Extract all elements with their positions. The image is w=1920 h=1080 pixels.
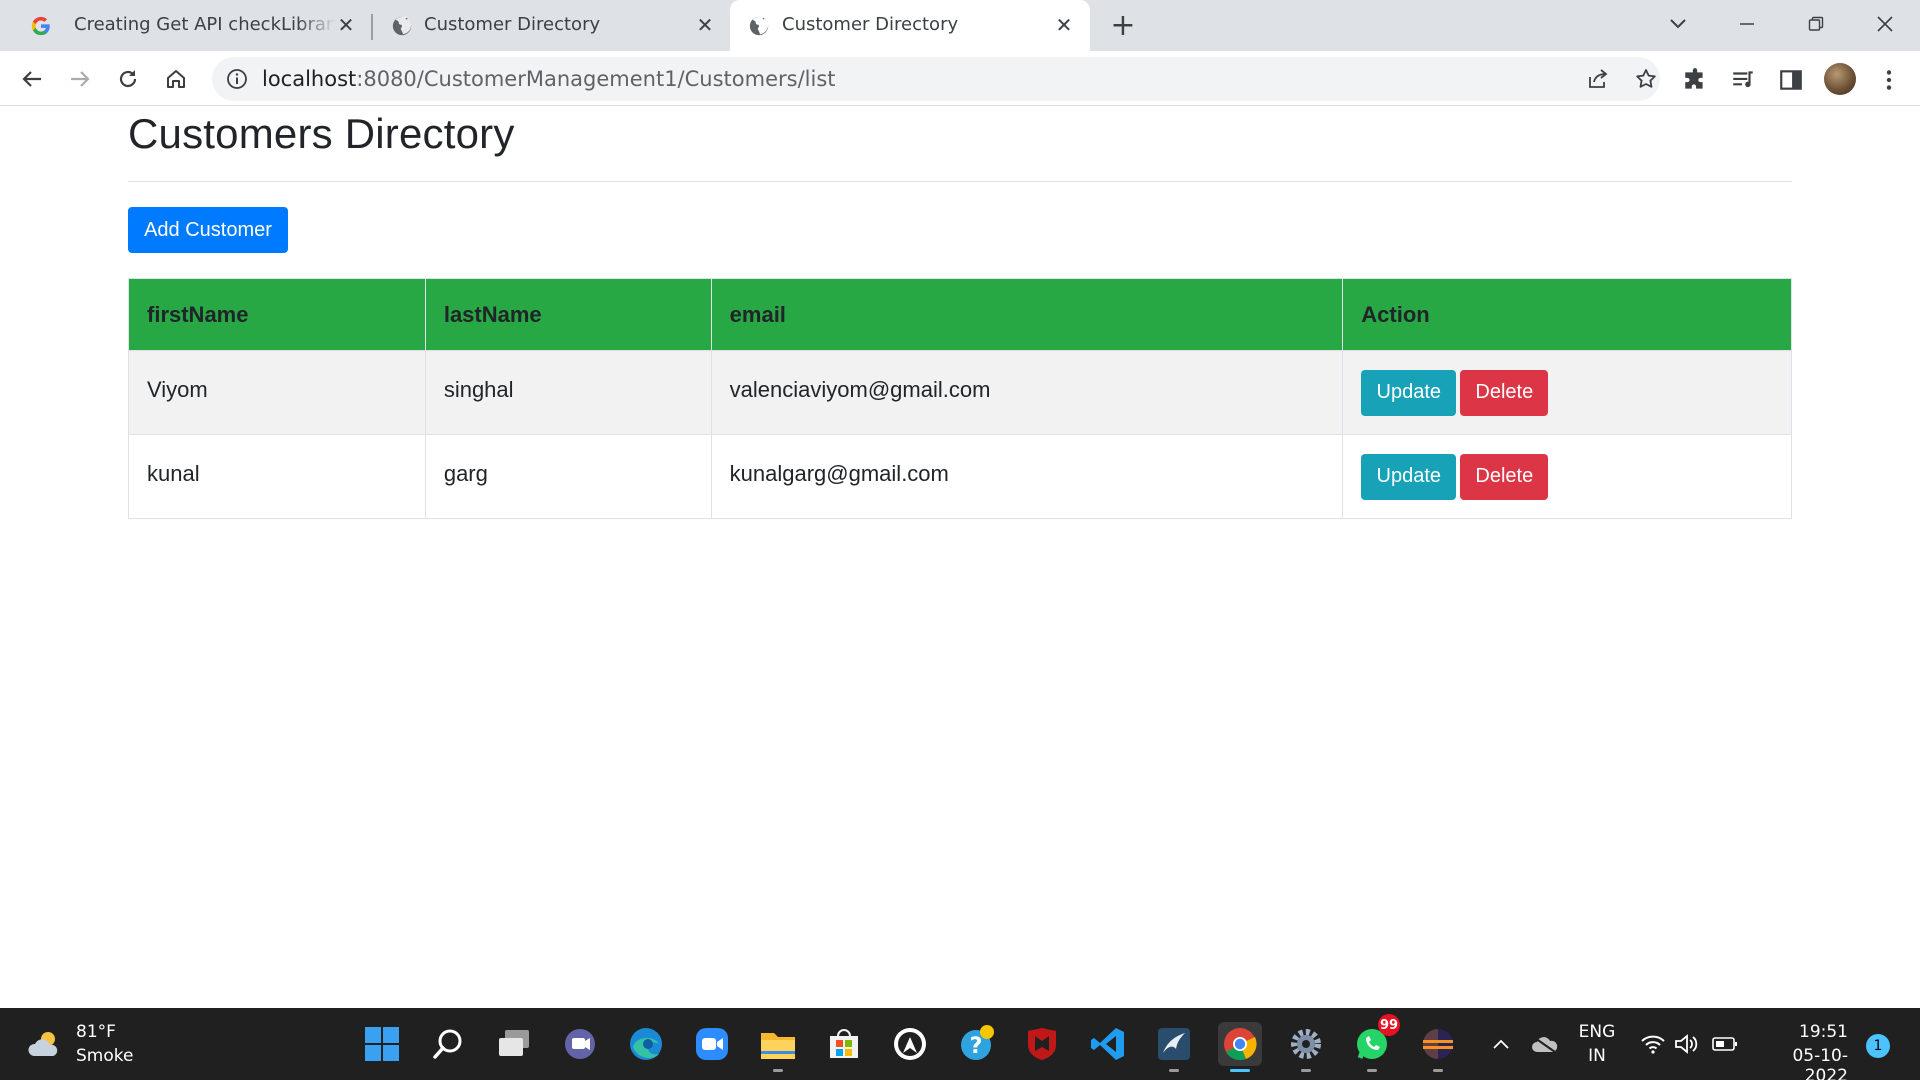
task-view-icon[interactable] [492, 1022, 536, 1066]
delete-button[interactable]: Delete [1460, 369, 1549, 416]
volume-icon[interactable] [1672, 1022, 1702, 1066]
home-icon[interactable] [160, 63, 192, 95]
running-indicator [1433, 1069, 1443, 1072]
tab-customer-directory-active[interactable]: Customer Directory ✕ [730, 0, 1090, 51]
close-tab-icon[interactable]: ✕ [1052, 13, 1076, 37]
mcafee-shield-icon[interactable] [1020, 1022, 1064, 1066]
new-tab-button[interactable]: + [1108, 8, 1138, 43]
column-header-action: Action [1342, 278, 1792, 351]
cell-lastname: garg [424, 434, 712, 519]
settings-gear-icon[interactable] [1284, 1022, 1328, 1072]
notification-badge: 99 [1378, 1014, 1400, 1036]
github-desktop-icon[interactable] [888, 1022, 932, 1066]
notification-count-badge[interactable]: 1 [1866, 1034, 1890, 1058]
battery-icon[interactable] [1710, 1022, 1740, 1066]
cell-firstname: kunal [128, 434, 426, 519]
tab-title: Customer Directory [424, 14, 601, 35]
windows-taskbar: 81°F Smoke ? 99 ENG IN 19:51 05-10-2022 [0, 1008, 1920, 1080]
tab-customer-directory[interactable]: Customer Directory ✕ [377, 0, 727, 51]
running-indicator [1301, 1069, 1311, 1072]
table-header-row: firstName lastName email Action [128, 278, 1792, 351]
column-header-email: email [710, 278, 1344, 351]
active-indicator [1230, 1069, 1250, 1072]
site-info-icon[interactable] [226, 68, 248, 90]
mysql-workbench-icon[interactable] [1152, 1022, 1196, 1072]
weather-description: Smoke [76, 1046, 134, 1066]
clock-time[interactable]: 19:51 [1752, 1022, 1848, 1042]
globe-icon [392, 15, 412, 36]
wifi-icon[interactable] [1638, 1022, 1668, 1066]
onedrive-cloud-icon[interactable] [1528, 1022, 1562, 1066]
cell-email: valenciaviyom@gmail.com [710, 350, 1344, 435]
zoom-video-icon[interactable] [690, 1022, 734, 1066]
media-queue-icon[interactable] [1730, 67, 1756, 93]
cell-action: Update Delete [1342, 350, 1792, 435]
chevron-up-icon[interactable] [1486, 1022, 1516, 1066]
running-indicator [773, 1069, 783, 1072]
chrome-browser-icon[interactable] [1218, 1022, 1262, 1072]
restore-icon[interactable] [1796, 8, 1836, 40]
kebab-menu-icon[interactable] [1876, 67, 1902, 93]
tab-search-chevron-down-icon[interactable] [1658, 8, 1698, 40]
extensions-puzzle-icon[interactable] [1682, 67, 1708, 93]
update-button[interactable]: Update [1361, 369, 1457, 416]
weather-partly-cloudy-icon[interactable] [26, 1028, 66, 1060]
column-header-firstname: firstName [128, 278, 426, 351]
start-windows-icon[interactable] [360, 1022, 404, 1066]
page-title: Customers Directory [128, 110, 515, 157]
running-indicator [1367, 1069, 1377, 1072]
edge-browser-icon[interactable] [624, 1022, 668, 1066]
cell-firstname: Viyom [128, 350, 426, 435]
delete-button[interactable]: Delete [1460, 453, 1549, 500]
whatsapp-icon[interactable]: 99 [1350, 1014, 1400, 1072]
google-g-icon [31, 16, 50, 36]
close-tab-icon[interactable]: ✕ [334, 13, 358, 37]
cell-email: kunalgarg@gmail.com [710, 434, 1344, 519]
close-window-icon[interactable] [1865, 8, 1905, 40]
add-customer-button[interactable]: Add Customer [128, 207, 288, 253]
tab-title: Customer Directory [782, 14, 959, 35]
search-icon[interactable] [426, 1022, 470, 1066]
file-explorer-icon[interactable] [756, 1022, 800, 1072]
reload-icon[interactable] [112, 63, 144, 95]
forward-arrow-icon[interactable] [64, 63, 96, 95]
address-bar[interactable]: localhost:8080/CustomerManagement1/Custo… [212, 57, 1660, 101]
table-row: Viyom singhal valenciaviyom@gmail.com Up… [128, 350, 1792, 435]
tab-creating-get-api[interactable]: Creating Get API checkLibraryExists ✕ [8, 0, 368, 51]
tab-separator [371, 14, 373, 40]
svg-text:?: ? [970, 1034, 983, 1059]
divider [128, 181, 1792, 182]
running-indicator [1169, 1069, 1179, 1072]
weather-temperature: 81°F [76, 1022, 116, 1042]
help-icon[interactable]: ? [954, 1022, 998, 1066]
profile-avatar[interactable] [1824, 63, 1856, 95]
update-button[interactable]: Update [1361, 453, 1457, 500]
back-arrow-icon[interactable] [16, 63, 48, 95]
share-icon[interactable] [1586, 67, 1610, 91]
table-row: kunal garg kunalgarg@gmail.com Update Del… [128, 434, 1792, 519]
microsoft-store-icon[interactable] [822, 1022, 866, 1066]
cell-lastname: singhal [424, 350, 712, 435]
language-code[interactable]: ENG [1572, 1022, 1622, 1042]
globe-icon [749, 15, 769, 36]
close-tab-icon[interactable]: ✕ [693, 13, 717, 37]
browser-toolbar: localhost:8080/CustomerManagement1/Custo… [0, 51, 1920, 106]
bookmark-star-icon[interactable] [1634, 67, 1658, 91]
side-panel-icon[interactable] [1778, 67, 1804, 93]
region-code[interactable]: IN [1572, 1046, 1622, 1066]
column-header-lastname: lastName [424, 278, 712, 351]
customers-table: firstName lastName email Action Viyom si… [128, 278, 1792, 519]
tab-title: Creating Get API checkLibraryExists [74, 14, 336, 35]
teams-chat-icon[interactable] [558, 1022, 602, 1066]
minimize-icon[interactable] [1727, 8, 1767, 40]
vscode-icon[interactable] [1086, 1022, 1130, 1066]
cell-action: Update Delete [1342, 434, 1792, 519]
eclipse-ide-icon[interactable] [1416, 1022, 1460, 1072]
clock-date[interactable]: 05-10-2022 [1752, 1046, 1848, 1080]
tab-strip: Creating Get API checkLibraryExists ✕ Cu… [0, 0, 1920, 51]
url-text: localhost:8080/CustomerManagement1/Custo… [262, 67, 836, 91]
